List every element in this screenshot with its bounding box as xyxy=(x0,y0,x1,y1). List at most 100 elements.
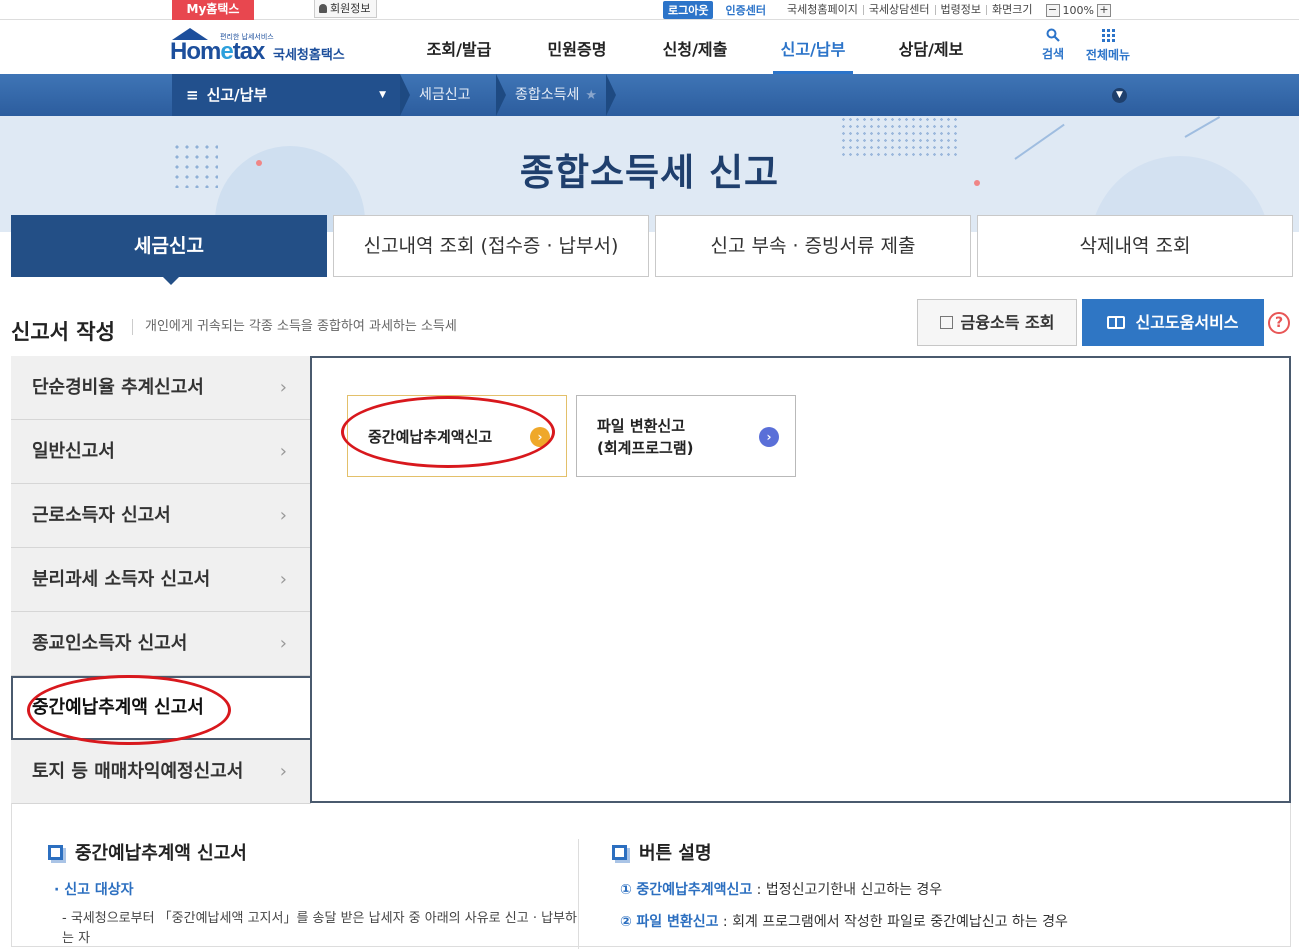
arrow-right-icon: › xyxy=(530,427,550,447)
logout-button[interactable]: 로그아웃 xyxy=(663,1,714,19)
side-item-label: 중간예납추계액 신고서 xyxy=(32,697,204,718)
zoom-value: 100% xyxy=(1062,3,1094,17)
button-desc-name: 파일 변환신고 xyxy=(636,914,719,930)
logo-korean: 국세청홈택스 xyxy=(273,48,345,63)
breadcrumb-separator xyxy=(496,74,510,116)
breadcrumb-separator xyxy=(400,74,414,116)
chevron-right-icon: › xyxy=(279,377,287,398)
decor-line xyxy=(1184,116,1221,138)
my-hometax-link[interactable]: My홈택스 xyxy=(172,0,254,20)
interim-prepayment-filing-button[interactable]: 중간예납추계액신고 › xyxy=(347,395,567,477)
chevron-right-icon: › xyxy=(279,569,287,590)
side-item-label: 일반신고서 xyxy=(32,441,115,462)
info-right-title: 버튼 설명 xyxy=(639,843,712,864)
form-side-menu: 단순경비율 추계신고서 › 일반신고서 › 근로소득자 신고서 › 분리과세 소득자 … xyxy=(11,356,313,804)
button-desc-item: ② 파일 변환신고 : 회계 프로그램에서 작성한 파일로 중간예납신고 하는 … xyxy=(612,911,1272,931)
side-item-label: 근로소득자 신고서 xyxy=(32,505,171,526)
member-info-link[interactable]: 회원정보 xyxy=(314,0,378,18)
side-item-label: 분리과세 소득자 신고서 xyxy=(32,569,211,590)
tab-deleted-history[interactable]: 삭제내역 조회 xyxy=(977,215,1293,277)
info-left-text: - 국세청으로부터 「중간예납세액 고지서」를 송달 받은 납세자 중 아래의 … xyxy=(62,911,577,946)
breadcrumb-income-tax[interactable]: 종합소득세 ★ xyxy=(515,74,597,116)
law-info-link[interactable]: 법령정보 xyxy=(934,4,986,15)
book-icon xyxy=(1107,316,1126,329)
nts-homepage-link[interactable]: 국세청홈페이지 xyxy=(782,4,863,15)
location-menu-label: 신고/납부 xyxy=(206,86,268,104)
location-menu-dropdown[interactable]: ≡ 신고/납부 ▼ xyxy=(172,74,400,116)
file-conversion-label: 파일 변환신고 (회계프로그램) xyxy=(597,396,694,478)
menu-consult-report[interactable]: 상담/제보 xyxy=(872,20,990,74)
button-desc-item: ① 중간예납추계액신고 : 법정신고기한내 신고하는 경우 xyxy=(612,879,1272,899)
side-item-label: 토지 등 매매차익예정신고서 xyxy=(32,761,244,782)
menu-inquiry[interactable]: 조회/발급 xyxy=(400,20,518,74)
button-desc-num: ② xyxy=(620,914,632,930)
caret-down-icon: ▼ xyxy=(379,90,386,100)
star-icon[interactable]: ★ xyxy=(585,88,597,103)
search-icon xyxy=(1038,28,1068,42)
file-conversion-filing-button[interactable]: 파일 변환신고 (회계프로그램) › xyxy=(576,395,796,477)
info-left-heading: 중간예납추계액 신고서 xyxy=(48,839,578,865)
side-item-religious[interactable]: 종교인소득자 신고서 › xyxy=(11,612,311,676)
filing-help-label: 신고도움서비스 xyxy=(1135,313,1239,332)
square-bullet-icon xyxy=(48,844,63,860)
cert-center-link[interactable]: 인증센터 xyxy=(725,2,765,18)
menu-certificate[interactable]: 민원증명 xyxy=(518,20,636,74)
button-desc-num: ① xyxy=(620,882,632,898)
side-item-general[interactable]: 일반신고서 › xyxy=(11,420,311,484)
breadcrumb-separator xyxy=(606,74,620,116)
section-title: 신고서 작성 xyxy=(11,320,115,344)
tab-filing-history[interactable]: 신고내역 조회 (접수증 · 납부서) xyxy=(333,215,649,277)
tab-attach-documents[interactable]: 신고 부속 · 증빙서류 제출 xyxy=(655,215,971,277)
button-desc-text: : 법정신고기한내 신고하는 경우 xyxy=(752,882,943,898)
chevron-right-icon: › xyxy=(279,633,287,654)
zoom-out-button[interactable]: − xyxy=(1045,3,1060,17)
side-item-label: 단순경비율 추계신고서 xyxy=(32,377,204,398)
side-item-separate-tax[interactable]: 분리과세 소득자 신고서 › xyxy=(11,548,311,612)
zoom-in-button[interactable]: + xyxy=(1096,3,1111,17)
side-item-simple-expense[interactable]: 단순경비율 추계신고서 › xyxy=(11,356,311,420)
financial-income-button[interactable]: 금융소득 조회 xyxy=(917,299,1077,346)
info-section: 중간예납추계액 신고서 · 신고 대상자 - 국세청으로부터 「중간예납세액 고… xyxy=(11,803,1291,949)
location-bar: ≡ 신고/납부 ▼ 세금신고 종합소득세 ★ ▼ xyxy=(0,74,1299,116)
menu-filing-payment[interactable]: 신고/납부 xyxy=(754,20,872,74)
search-label: 검색 xyxy=(1041,47,1065,61)
chevron-right-icon: › xyxy=(279,505,287,526)
help-icon[interactable]: ? xyxy=(1268,312,1290,334)
side-item-label: 종교인소득자 신고서 xyxy=(32,633,188,654)
tab-bar: 세금신고 신고내역 조회 (접수증 · 납부서) 신고 부속 · 증빙서류 제출… xyxy=(11,215,1293,285)
breadcrumb-tax-filing[interactable]: 세금신고 xyxy=(419,74,471,116)
hometax-logo[interactable]: 편리한 납세서비스 Hometax 국세청홈택스 xyxy=(170,28,360,70)
tab-tax-filing[interactable]: 세금신고 xyxy=(11,215,327,285)
grid-menu-icon xyxy=(1101,29,1115,42)
hamburger-icon: ≡ xyxy=(186,86,199,104)
form-panel: 중간예납추계액신고 › 파일 변환신고 (회계프로그램) › xyxy=(310,356,1291,803)
info-left-title: 중간예납추계액 신고서 xyxy=(75,843,247,864)
main-menu: 조회/발급 민원증명 신청/제출 신고/납부 상담/제보 xyxy=(400,20,990,74)
logo-word-a: Hom xyxy=(170,38,221,65)
search-button[interactable]: 검색 xyxy=(1038,28,1068,62)
square-bullet-icon xyxy=(612,844,627,860)
side-item-interim-prepayment[interactable]: 중간예납추계액 신고서 xyxy=(11,676,313,740)
page-title: 종합소득세 신고 xyxy=(519,151,780,194)
chevron-down-icon[interactable]: ▼ xyxy=(1112,88,1127,103)
screen-size-label: 화면크기 xyxy=(986,4,1037,15)
file-conversion-line1: 파일 변환신고 xyxy=(597,417,686,435)
menu-application[interactable]: 신청/제출 xyxy=(636,20,754,74)
arrow-right-icon: › xyxy=(759,427,779,447)
info-right: 버튼 설명 ① 중간예납추계액신고 : 법정신고기한내 신고하는 경우 ② 파일… xyxy=(612,839,1272,931)
person-icon xyxy=(319,4,327,13)
side-item-land-trading[interactable]: 토지 등 매매차익예정신고서 › xyxy=(11,740,311,804)
file-conversion-line2: (회계프로그램) xyxy=(597,439,694,457)
consult-center-link[interactable]: 국세상담센터 xyxy=(862,4,935,15)
button-desc-name: 중간예납추계액신고 xyxy=(636,882,753,898)
utility-bar: My홈택스 회원정보 로그아웃 인증센터 국세청홈페이지 국세상담센터 법령정보… xyxy=(0,0,1299,20)
global-nav: 편리한 납세서비스 Hometax 국세청홈택스 조회/발급 민원증명 신청/제… xyxy=(0,20,1299,74)
info-left: 중간예납추계액 신고서 · 신고 대상자 - 국세청으로부터 「중간예납세액 고… xyxy=(48,839,578,949)
all-menu-label: 전체메뉴 xyxy=(1085,48,1131,62)
filing-help-button[interactable]: 신고도움서비스 xyxy=(1082,299,1264,346)
chevron-right-icon: › xyxy=(279,441,287,462)
section-description: 개인에게 귀속되는 각종 소득을 종합하여 과세하는 소득세 xyxy=(132,319,457,335)
all-menu-button[interactable]: 전체메뉴 xyxy=(1080,28,1136,63)
chevron-right-icon: › xyxy=(279,761,287,782)
side-item-earned-income[interactable]: 근로소득자 신고서 › xyxy=(11,484,311,548)
